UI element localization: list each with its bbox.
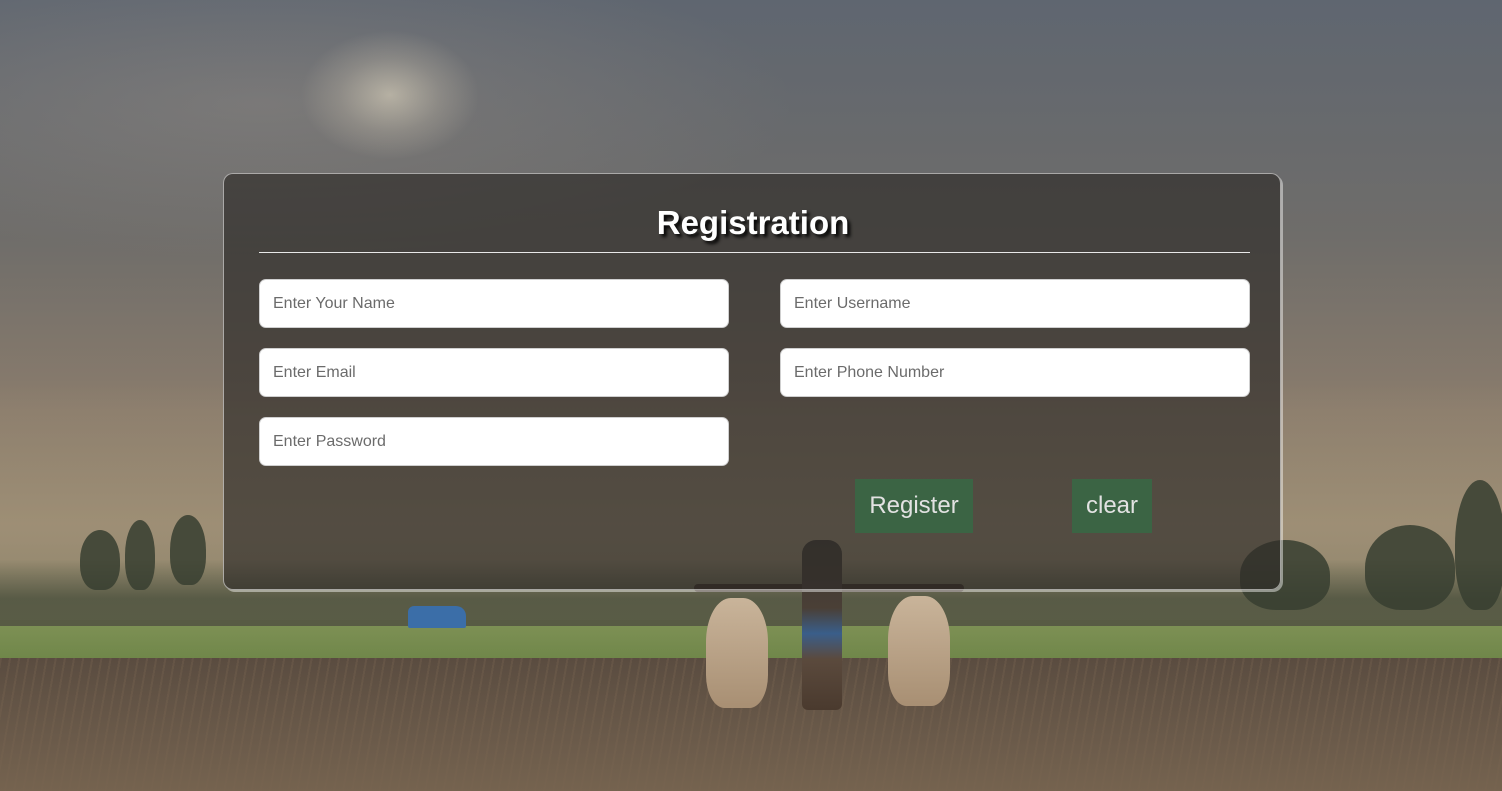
email-input[interactable] bbox=[259, 348, 729, 397]
blue-tarp bbox=[408, 606, 466, 628]
password-input[interactable] bbox=[259, 417, 729, 466]
phone-input[interactable] bbox=[780, 348, 1250, 397]
ox-left bbox=[706, 598, 768, 708]
tree bbox=[80, 530, 120, 590]
tree bbox=[170, 515, 206, 585]
tree bbox=[1365, 525, 1455, 610]
register-button[interactable]: Register bbox=[855, 479, 973, 533]
registration-card: Registration Register clear bbox=[223, 173, 1281, 590]
username-input[interactable] bbox=[780, 279, 1250, 328]
form-title: Registration bbox=[656, 204, 850, 241]
name-input[interactable] bbox=[259, 279, 729, 328]
sun-glow bbox=[300, 30, 480, 160]
title-divider bbox=[259, 252, 1250, 253]
ox-right bbox=[888, 596, 950, 706]
tree bbox=[1455, 480, 1502, 610]
tree bbox=[125, 520, 155, 590]
clear-button[interactable]: clear bbox=[1072, 479, 1152, 533]
